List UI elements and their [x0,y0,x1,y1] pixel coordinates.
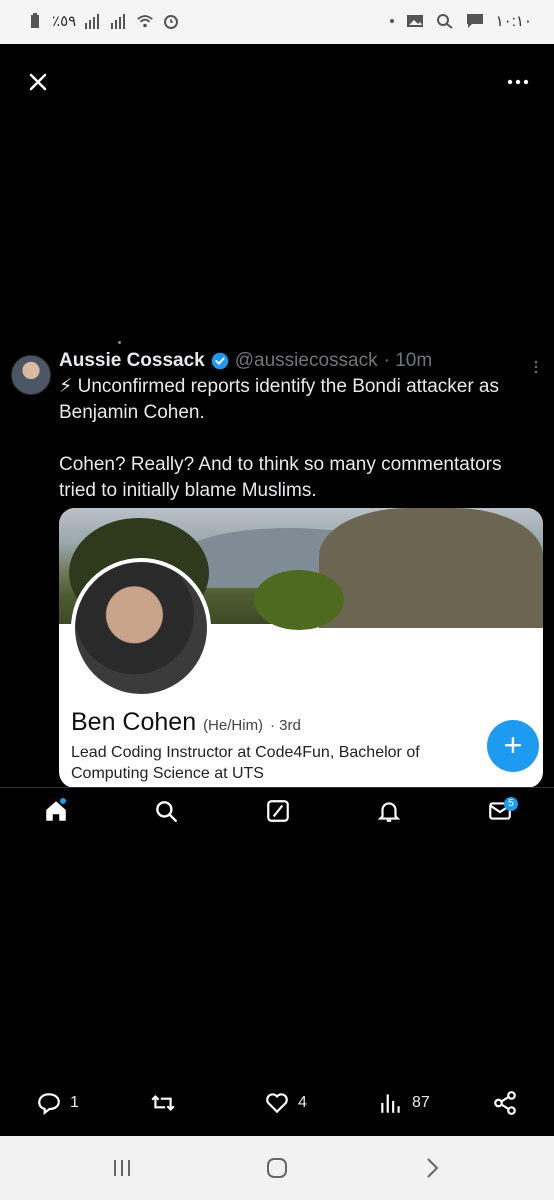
more-options-icon[interactable] [506,70,530,94]
tweet-text: ⚡ Unconfirmed reports identify the Bondi… [59,376,502,501]
reply-icon [38,1093,60,1115]
grok-icon[interactable] [265,798,291,824]
home-unread-dot [60,798,66,804]
recent-apps-icon[interactable] [110,1156,134,1180]
divider [0,787,554,788]
status-bar: ٪٥٩ ١٠:١٠ [0,0,554,44]
tweet-time: · 10m [383,350,433,371]
battery-percent: ٪٥٩ [52,13,77,30]
repost-action[interactable] [150,1090,176,1116]
card-person-name: Ben Cohen [71,708,197,736]
scroll-indicator [118,341,121,344]
alarm-icon [164,15,179,29]
message-notification-icon [466,14,483,28]
card-description: Lead Coding Instructor at Code4Fun, Bach… [71,744,420,782]
profile-card-image[interactable]: Ben Cohen (He/Him) · 3rd Lead Coding Ins… [59,508,543,788]
like-count: 4 [298,1094,307,1111]
verified-badge-icon [211,352,228,370]
card-name: Ben Cohen (He/Him) · 3rd [71,708,301,737]
reply-action[interactable]: 1 [36,1090,79,1116]
author-avatar[interactable] [11,355,51,395]
card-connection-degree: · 3rd [270,717,301,734]
battery-icon [31,13,39,28]
card-pronouns: (He/Him) [203,717,264,734]
views-icon [381,1094,400,1113]
tweet-actions: 1 4 87 [0,1090,554,1122]
repost-icon [151,1094,175,1112]
heart-icon [266,1093,288,1114]
share-action[interactable] [492,1090,518,1116]
author-handle[interactable]: @aussiecossack [235,350,378,372]
system-navigation-bar [0,1136,554,1200]
bottom-nav [0,796,554,832]
clock: ١٠:١٠ [495,13,532,30]
search-notification-icon [436,14,453,29]
tweet-header: Aussie Cossack @aussiecossack · 10m [59,350,539,372]
reply-count: 1 [70,1094,79,1111]
signal-icon-2 [111,14,126,29]
author-name[interactable]: Aussie Cossack [59,350,205,372]
wifi-icon [137,15,153,28]
dot-indicator [389,19,394,23]
tweet-more-icon[interactable] [529,360,543,374]
profile-photo [71,558,211,698]
gallery-icon [406,15,423,27]
home-button-icon[interactable] [265,1156,289,1180]
views-action[interactable]: 87 [378,1090,430,1116]
tweet: Aussie Cossack @aussiecossack · 10m ⚡ Un… [59,350,539,504]
notifications-icon[interactable] [376,798,402,824]
search-icon[interactable] [153,798,179,824]
close-icon[interactable] [26,70,50,94]
signal-icon [85,14,100,29]
like-action[interactable]: 4 [264,1090,307,1116]
share-icon [494,1091,516,1115]
view-count: 87 [412,1094,430,1111]
back-icon[interactable] [420,1156,444,1180]
messages-badge: 5 [504,797,518,811]
compose-button[interactable]: + [487,720,539,772]
